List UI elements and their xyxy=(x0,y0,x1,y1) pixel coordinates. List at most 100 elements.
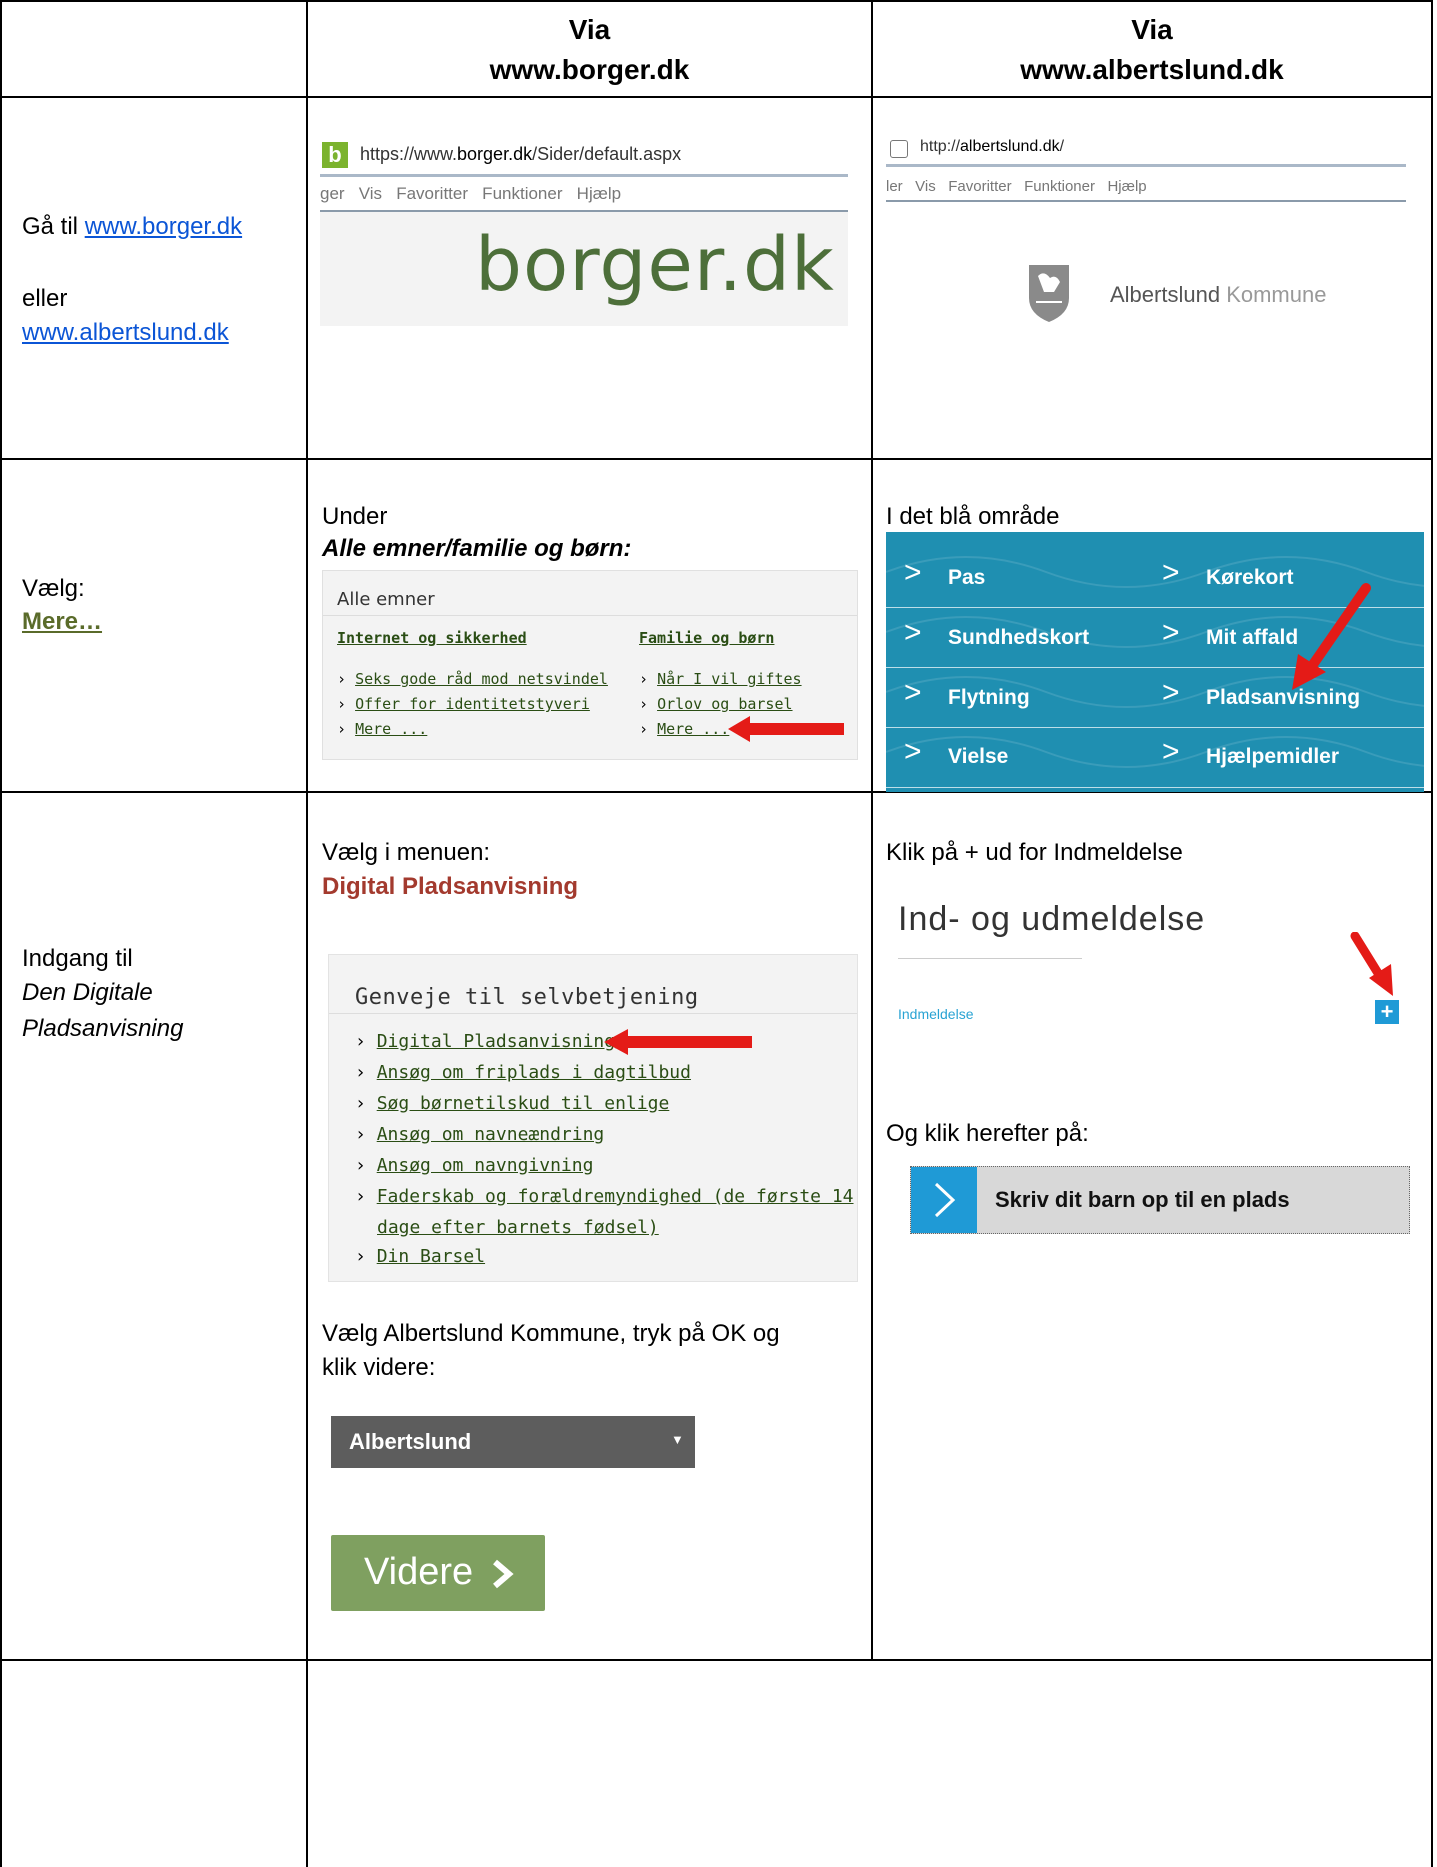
gv-link[interactable]: Ansøg om navneændring xyxy=(377,1124,605,1145)
alb-after-text: Og klik herefter på: xyxy=(886,1120,1089,1147)
header-albertslund: Via www.albertslund.dk xyxy=(873,10,1431,90)
row-line-2 xyxy=(0,458,1433,460)
list-item[interactable]: › Når I vil giftes xyxy=(639,667,802,692)
mere-link[interactable]: Mere… xyxy=(22,608,102,635)
service-flytning[interactable]: Flytning xyxy=(948,686,1030,710)
header-alb-line2: www.albertslund.dk xyxy=(1020,54,1284,85)
alb-logo-name: Albertslund xyxy=(1110,282,1221,307)
shield-favicon-icon xyxy=(890,140,908,158)
list-item[interactable]: › Ansøg om friplads i dagtilbud xyxy=(355,1060,691,1086)
digital-pladsanvisning-title: Digital Pladsanvisning xyxy=(322,873,579,900)
kommune-select[interactable]: Albertslund ▼ xyxy=(331,1416,695,1468)
gv-link[interactable]: Søg børnetilskud til enlige xyxy=(377,1093,670,1114)
plus-icon[interactable]: + xyxy=(1375,1000,1399,1024)
videre-button[interactable]: Videre xyxy=(331,1535,545,1611)
alb-menu-bar: ler Vis Favoritter Funktioner Hjælp xyxy=(886,178,1147,195)
row-line-1 xyxy=(0,96,1433,98)
gv-link[interactable]: Din Barsel xyxy=(377,1246,485,1267)
entrance-label-3: Pladsanvisning xyxy=(22,1015,184,1042)
list-item[interactable]: › Offer for identitetstyveri xyxy=(337,692,608,717)
borger-link[interactable]: www.borger.dk xyxy=(85,213,242,240)
borger-logo: borger.dk xyxy=(475,222,835,308)
heading-underline xyxy=(898,958,1082,959)
header-borger: Via www.borger.dk xyxy=(308,10,871,90)
alb-url[interactable]: http://albertslund.dk/ xyxy=(920,138,1064,156)
list-item-link[interactable]: Når I vil giftes xyxy=(657,670,802,688)
kommune-select-value: Albertslund xyxy=(349,1429,472,1454)
list-item-link[interactable]: Orlov og barsel xyxy=(657,695,792,713)
familie-boern-heading[interactable]: Familie og børn xyxy=(639,629,774,647)
grid-line xyxy=(886,727,1424,728)
borger-url[interactable]: https://www.borger.dk/Sider/default.aspx xyxy=(360,144,681,165)
gv-link[interactable]: Ansøg om friplads i dagtilbud xyxy=(377,1062,691,1083)
grid-line xyxy=(886,787,1424,788)
table-divider-2a xyxy=(871,0,873,790)
borger-favicon-icon: b xyxy=(322,142,348,168)
list-item[interactable]: › Seks gode råd mod netsvindel xyxy=(337,667,608,692)
gv-link-digital-pladsanvisning[interactable]: Digital Pladsanvisning xyxy=(377,1031,615,1052)
blue-service-grid: > Pas > Sundhedskort > Flytning > Vielse… xyxy=(886,532,1424,792)
alb-url-domain: albertslund.dk xyxy=(960,138,1060,155)
indmeldelse-item[interactable]: Indmeldelse xyxy=(898,1006,974,1022)
red-arrow-pladsanvisning-icon xyxy=(1292,583,1371,690)
entrance-label-1: Indgang til xyxy=(22,945,133,972)
service-sundhedskort[interactable]: Sundhedskort xyxy=(948,626,1089,650)
alb-plus-intro: Klik på + ud for Indmeldelse xyxy=(886,839,1183,866)
or-text: eller xyxy=(22,285,68,312)
list-item-link[interactable]: Offer for identitetstyveri xyxy=(355,695,590,713)
chevron-box xyxy=(911,1167,977,1233)
list-item[interactable]: › Ansøg om navneændring xyxy=(355,1122,604,1148)
service-pas[interactable]: Pas xyxy=(948,566,985,590)
chevron-right-icon: > xyxy=(904,676,922,709)
internet-list: › Seks gode råd mod netsvindel › Offer f… xyxy=(337,667,608,742)
borger-alle-emner-text: Alle emner/familie og børn: xyxy=(322,535,632,562)
list-item-link[interactable]: Seks gode råd mod netsvindel xyxy=(355,670,608,688)
list-item[interactable]: › Digital Pladsanvisning xyxy=(355,1029,615,1055)
list-item[interactable]: › Orlov og barsel xyxy=(639,692,802,717)
borger-menu-bar: ger Vis Favoritter Funktioner Hjælp xyxy=(320,184,622,203)
gv-link[interactable]: Faderskab og forældremyndighed (de først… xyxy=(377,1186,854,1207)
service-hjaelpemidler[interactable]: Hjælpemidler xyxy=(1206,745,1339,769)
borger-url-path: /Sider/default.aspx xyxy=(532,144,682,164)
internet-sikkerhed-heading[interactable]: Internet og sikkerhed xyxy=(337,629,527,647)
videre-label: Videre xyxy=(364,1551,474,1593)
chevron-right-icon: > xyxy=(1162,735,1180,768)
chevron-right-icon xyxy=(493,1559,514,1589)
header-borger-line1: Via xyxy=(568,14,611,45)
header-borger-line2: www.borger.dk xyxy=(489,54,690,85)
ind-udmeldelse-heading: Ind- og udmeldelse xyxy=(898,900,1206,938)
goto-prefix: Gå til xyxy=(22,213,85,240)
choose-link-wrap: Mere… xyxy=(22,605,102,639)
chevron-down-icon: ▼ xyxy=(671,1432,684,1447)
table-border-left xyxy=(0,0,2,1867)
alb-logo-kommune: Kommune xyxy=(1220,282,1327,307)
list-item[interactable]: › Ansøg om navngivning xyxy=(355,1153,593,1179)
skriv-barn-op-button[interactable]: Skriv dit barn op til en plads xyxy=(910,1166,1410,1234)
gv-link[interactable]: Ansøg om navngivning xyxy=(377,1155,594,1176)
chevron-right-icon: > xyxy=(904,556,922,589)
albertslund-link-wrap: www.albertslund.dk xyxy=(22,316,229,350)
list-item[interactable]: › Faderskab og forældremyndighed (de før… xyxy=(355,1184,854,1210)
choose-label: Vælg: xyxy=(22,575,85,602)
alb-blue-area-text: I det blå område xyxy=(886,503,1060,530)
table-divider-2b xyxy=(871,790,873,1660)
list-item[interactable]: › Søg børnetilskud til enlige xyxy=(355,1091,669,1117)
gv-link[interactable]: dage efter barnets fødsel) xyxy=(377,1217,659,1238)
chevron-right-icon: > xyxy=(904,735,922,768)
service-mit-affald[interactable]: Mit affald xyxy=(1206,626,1298,650)
alle-emner-divider xyxy=(323,615,857,616)
list-item[interactable]: › Mere ... xyxy=(337,717,608,742)
borger-browser-screenshot: b https://www.borger.dk/Sider/default.as… xyxy=(320,138,848,326)
albertslund-link[interactable]: www.albertslund.dk xyxy=(22,319,229,346)
service-koerekort[interactable]: Kørekort xyxy=(1206,566,1294,590)
list-item-continued[interactable]: dage efter barnets fødsel) xyxy=(377,1215,659,1241)
list-item-link[interactable]: Mere ... xyxy=(355,720,427,738)
borger-menu-intro: Vælg i menuen: xyxy=(322,839,491,866)
service-vielse[interactable]: Vielse xyxy=(948,745,1008,769)
albertslund-crest-icon xyxy=(1029,265,1069,322)
list-item-link[interactable]: Mere ... xyxy=(657,720,729,738)
header-alb-line1: Via xyxy=(1131,14,1173,45)
list-item[interactable]: › Din Barsel xyxy=(355,1244,485,1270)
genveje-panel: Genveje til selvbetjening › Digital Plad… xyxy=(328,954,858,1282)
red-arrow-mere-icon xyxy=(728,716,844,742)
